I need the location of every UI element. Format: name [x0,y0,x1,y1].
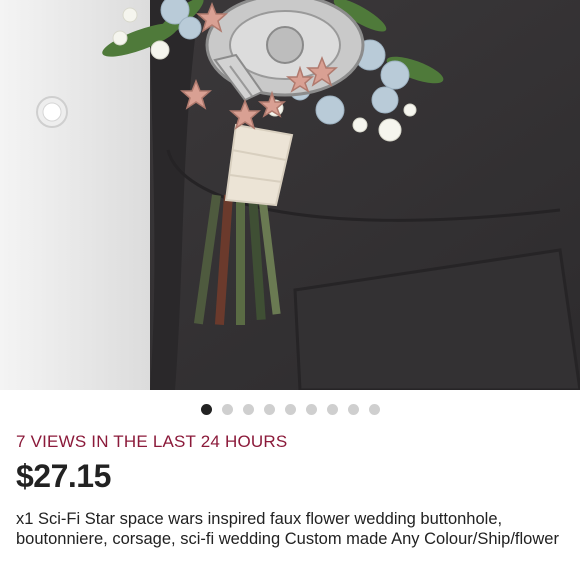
carousel-dot[interactable] [305,404,317,415]
carousel-dot[interactable] [347,404,359,415]
price: $27.15 [16,458,111,494]
carousel-dot[interactable] [368,404,380,415]
carousel-dot[interactable] [221,404,233,415]
carousel-dot[interactable] [200,404,212,415]
carousel-dot[interactable] [242,404,254,415]
views-in-last-24-hours: 7 VIEWS IN THE LAST 24 HOURS [16,432,288,451]
listing-title[interactable]: x1 Sci-Fi Star space wars inspired faux … [16,509,572,549]
carousel-dot[interactable] [326,404,338,415]
image-carousel-indicator [0,404,580,415]
carousel-dot[interactable] [263,404,275,415]
carousel-dot[interactable] [284,404,296,415]
product-image[interactable] [0,0,580,390]
